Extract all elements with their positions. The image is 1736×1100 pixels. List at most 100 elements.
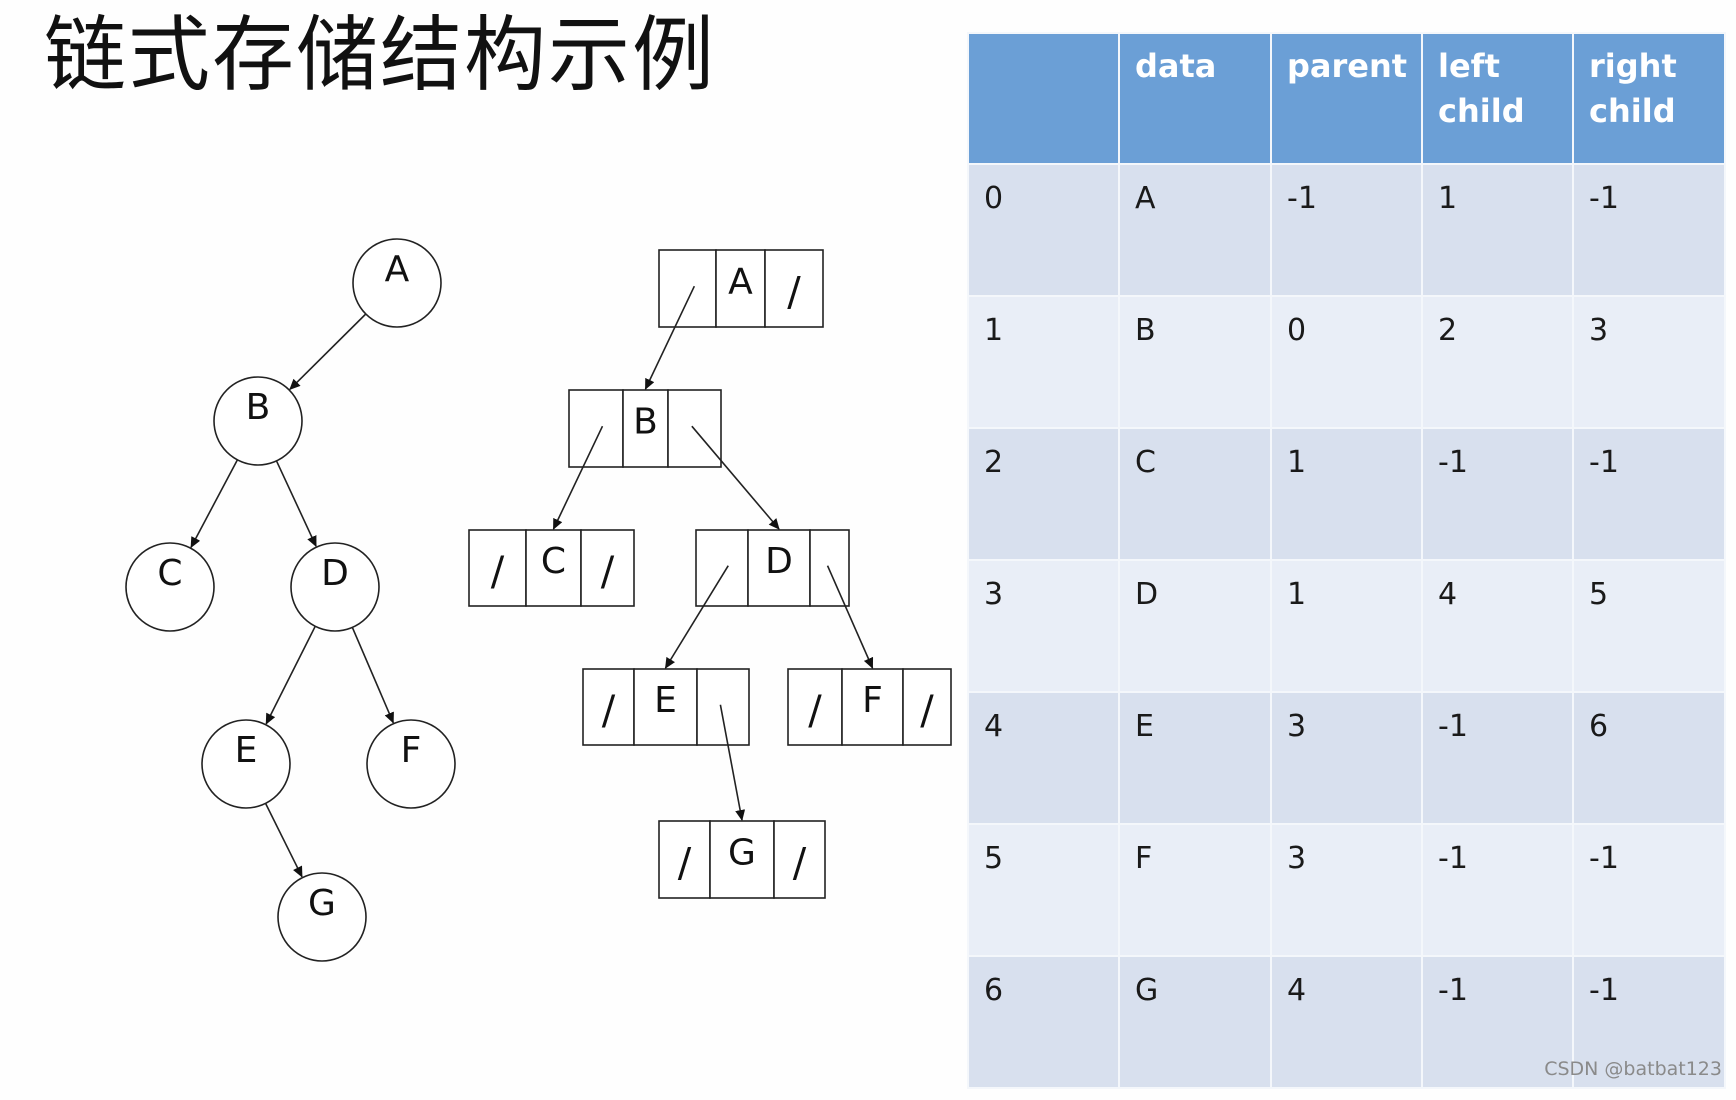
linked-node-label: F xyxy=(862,680,883,721)
right-child-cell: -1 xyxy=(1572,427,1726,561)
linked-node-D: D xyxy=(695,529,850,607)
header-label: data xyxy=(1135,47,1217,85)
data-cell: D xyxy=(1118,559,1272,693)
tree-edge-B-C xyxy=(190,459,239,549)
index-cell: 0 xyxy=(967,163,1120,297)
null-pointer-symbol: / xyxy=(602,688,616,734)
linked-node-label: G xyxy=(728,833,756,874)
data-cell: C xyxy=(1118,427,1272,561)
index-cell: 5 xyxy=(967,823,1120,957)
table-row: 0 A -1 1 -1 xyxy=(967,163,1726,297)
tree-edge-B-D xyxy=(275,460,317,548)
table-header-cell: right child xyxy=(1572,32,1726,165)
data-cell: F xyxy=(1118,823,1272,957)
index-cell: 2 xyxy=(967,427,1120,561)
parent-cell: 1 xyxy=(1270,559,1423,693)
tree-node-label: E xyxy=(235,730,258,771)
linked-node-label: B xyxy=(633,402,658,443)
data-cell: A xyxy=(1118,163,1272,297)
table-row: 1B023 xyxy=(967,295,1726,429)
tree-edge-D-F xyxy=(351,627,394,724)
parent-cell: 3 xyxy=(1270,823,1423,957)
index-cell: 3 xyxy=(967,559,1120,693)
parent-cell: 1 xyxy=(1270,427,1423,561)
left-child-cell: -1 xyxy=(1421,823,1574,957)
watermark: CSDN @batbat123 xyxy=(1544,1058,1722,1080)
header-label: parent xyxy=(1287,47,1408,85)
index-cell: 1 xyxy=(967,295,1120,429)
table-header-cell: data xyxy=(1118,32,1272,165)
binary-tree: A B C D E F G xyxy=(125,238,456,962)
tree-edge-D-E xyxy=(265,625,316,725)
linked-node-A: A / xyxy=(658,249,824,328)
left-child-cell: 1 xyxy=(1421,163,1574,297)
parent-cell: 4 xyxy=(1270,955,1423,1089)
null-pointer-symbol: / xyxy=(787,270,801,316)
linked-node-G: G / / xyxy=(658,820,826,899)
null-pointer-symbol: / xyxy=(601,549,615,595)
linked-storage-diagram: A/BC// DE/F//G// xyxy=(468,249,952,899)
linked-node-C: C / / xyxy=(468,529,635,607)
table-header-cell: parent xyxy=(1270,32,1423,165)
null-pointer-symbol: / xyxy=(491,549,505,595)
null-pointer-symbol: / xyxy=(920,688,934,734)
right-child-cell: -1 xyxy=(1572,163,1726,297)
header-label: child xyxy=(1589,92,1676,130)
right-pointer-field xyxy=(809,529,850,607)
header-label: child xyxy=(1438,92,1525,130)
table-header-cell: left child xyxy=(1421,32,1574,165)
table-header-row: data parent left child right child xyxy=(967,32,1726,165)
right-child-cell: -1 xyxy=(1572,823,1726,957)
left-child-cell: -1 xyxy=(1421,427,1574,561)
left-child-cell: -1 xyxy=(1421,691,1574,825)
data-cell: E xyxy=(1118,691,1272,825)
linked-node-label: E xyxy=(654,680,677,721)
tree-node-label: G xyxy=(308,883,336,924)
pointer-arrow-B-D xyxy=(691,425,780,530)
tree-diagrams: ABC DE FG A/BC// DE/F//G// xyxy=(125,238,952,962)
null-pointer-symbol: / xyxy=(793,841,807,887)
right-child-cell: 6 xyxy=(1572,691,1726,825)
right-child-cell: 5 xyxy=(1572,559,1726,693)
tree-node-E: E xyxy=(201,719,291,809)
pointer-arrow-D-F xyxy=(826,565,874,669)
left-child-cell: 2 xyxy=(1421,295,1574,429)
null-pointer-symbol: / xyxy=(808,688,822,734)
table-row: 4 E 3 -1 6 xyxy=(967,691,1726,825)
tree-node-B: B xyxy=(213,376,303,466)
null-pointer-symbol: / xyxy=(678,841,692,887)
tree-node-label: A xyxy=(385,249,410,290)
left-pointer-field xyxy=(695,529,749,607)
linked-node-E: E/ xyxy=(582,668,750,746)
parent-cell: -1 xyxy=(1270,163,1423,297)
parent-cell: 3 xyxy=(1270,691,1423,825)
tree-node-G: G xyxy=(277,872,367,962)
tree-node-label: C xyxy=(157,553,182,594)
tree-node-F: F xyxy=(366,719,456,809)
header-label: right xyxy=(1589,47,1677,85)
linked-node-B: B xyxy=(568,389,722,468)
index-cell: 6 xyxy=(967,955,1120,1089)
right-child-cell: 3 xyxy=(1572,295,1726,429)
tree-node-label: D xyxy=(321,553,349,594)
table-row: 5 F 3 -1 -1 xyxy=(967,823,1726,957)
tree-node-C: C xyxy=(125,542,215,632)
table-row: 3D145 xyxy=(967,559,1726,693)
linked-node-F: F / / xyxy=(787,668,952,746)
index-cell: 4 xyxy=(967,691,1120,825)
node-table: data parent left child right child 0 A -1 1 -1 1 B 0… xyxy=(967,32,1726,1089)
tree-node-D: D xyxy=(290,542,380,632)
table-row: 2 C 1 -1 -1 xyxy=(967,427,1726,561)
right-pointer-field xyxy=(696,668,750,746)
tree-node-label: B xyxy=(246,387,271,428)
data-cell: G xyxy=(1118,955,1272,1089)
tree-node-A: A xyxy=(352,238,442,328)
tree-edge-A-B xyxy=(289,313,367,390)
left-pointer-field xyxy=(568,389,624,468)
linked-node-label: C xyxy=(541,541,566,582)
header-label: left xyxy=(1438,47,1500,85)
tree-edge-E-G xyxy=(264,803,303,878)
table-header-cell xyxy=(967,32,1120,165)
linked-node-label: D xyxy=(765,541,793,582)
left-pointer-field xyxy=(658,249,717,328)
